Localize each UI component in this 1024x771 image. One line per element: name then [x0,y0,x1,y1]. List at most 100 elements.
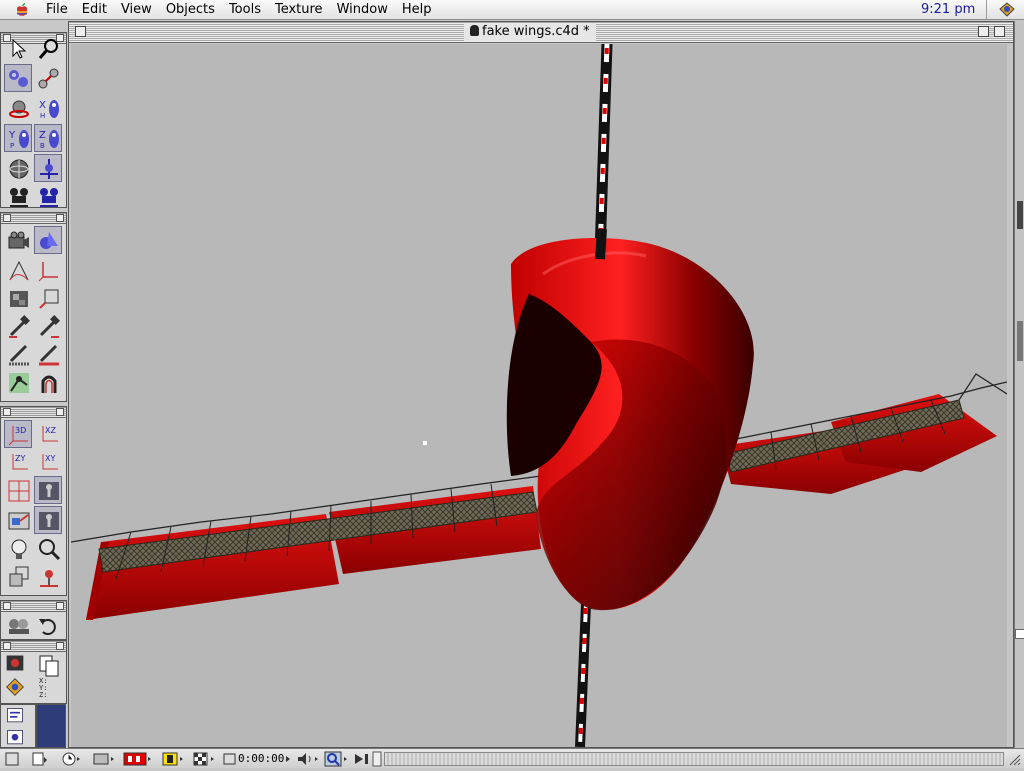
material-icon[interactable] [3,675,27,699]
undo-icon[interactable] [34,611,62,637]
window-collapse-box[interactable] [994,26,1005,37]
object-coordinates-icon[interactable] [34,154,62,182]
sweep-tool-icon[interactable] [4,340,32,368]
group-objects-icon[interactable] [4,611,32,637]
display-mode-icon[interactable] [4,562,32,590]
3d-viewport[interactable] [71,44,1007,747]
palette-edit-tools [0,600,67,640]
horizontal-scroll-track[interactable] [384,752,1004,766]
application-menu-icon[interactable] [986,0,1024,19]
palette-misc-tools: X: Y: Z: [0,640,67,704]
loft-tool-icon[interactable] [34,312,62,340]
resize-grip[interactable] [1006,751,1022,767]
magnify-tool-icon[interactable] [34,34,62,62]
mapping-icon[interactable] [34,562,62,590]
palette-small-tools [0,704,36,748]
palette-titlebar[interactable] [1,213,66,224]
menu-file[interactable]: File [40,0,76,19]
scale-objects-tool-icon[interactable] [34,64,62,92]
menu-objects[interactable]: Objects [160,0,223,19]
move-objects-tool-icon[interactable] [4,64,32,92]
render-view-button[interactable] [34,506,62,534]
deform-tool-icon[interactable] [34,340,62,368]
checker-icon[interactable] [192,751,218,767]
view-xz-button[interactable]: XZ [34,420,62,448]
four-views-button[interactable] [4,476,32,504]
menu-help[interactable]: Help [396,0,440,19]
window-titlebar[interactable]: fake wings.c4d * [69,22,1013,43]
axis-tool-icon[interactable] [34,256,62,284]
camera-view-button[interactable] [34,476,62,504]
palette-close-box[interactable] [3,602,11,610]
render-region-button[interactable] [4,506,32,534]
menu-tools[interactable]: Tools [223,0,269,19]
window-title: fake wings.c4d * [464,23,596,41]
window-close-box[interactable] [75,26,86,37]
fuselage-body [506,238,754,611]
view-zy-button[interactable]: ZY [4,448,32,476]
y-axis-lock-icon[interactable]: YP [4,124,32,152]
search-icon[interactable] [324,751,350,767]
copy-icon[interactable] [34,651,62,677]
palette-zoom-box[interactable] [56,602,64,610]
resize-box[interactable] [1015,629,1024,639]
palette-zoom-box[interactable] [56,642,64,650]
menu-view[interactable]: View [115,0,160,19]
palette-close-box[interactable] [3,214,11,222]
texture-map-icon[interactable] [4,284,32,312]
scroll-thumb[interactable] [1017,321,1023,361]
z-axis-lock-icon[interactable]: ZB [34,124,62,152]
view-xy-label: XY [45,454,55,463]
menu-texture[interactable]: Texture [269,0,331,19]
keyframe-icon[interactable] [122,751,152,767]
window-zoom-box[interactable] [978,26,989,37]
apple-menu-icon[interactable] [14,2,30,18]
svg-text:H: H [40,112,45,120]
timecode-display[interactable]: 0:00:00 [238,751,284,767]
animate-camera-icon[interactable] [34,182,62,210]
palette-close-box[interactable] [3,408,11,416]
view-zy-label: ZY [15,454,25,463]
stop-icon[interactable] [160,751,186,767]
palette-zoom-box[interactable] [56,408,64,416]
svg-text:P: P [10,142,14,150]
browser-icon[interactable] [3,727,27,749]
timeline-icon[interactable] [222,751,238,767]
document-menu-icon[interactable] [30,751,48,767]
scrollbar-left-cap[interactable] [372,751,382,767]
scroll-thumb[interactable] [1017,201,1023,229]
step-forward-icon[interactable] [352,751,372,767]
extrude-tool-icon[interactable] [34,284,62,312]
bend-tool-icon[interactable] [34,368,62,396]
record-icon[interactable] [92,751,116,767]
palette-close-box[interactable] [3,642,11,650]
animate-object-icon[interactable] [4,182,32,210]
primitives-icon[interactable] [34,226,62,254]
timecode-arrow-icon[interactable] [284,751,292,767]
palette-zoom-box[interactable] [56,214,64,222]
arrow-tool-icon[interactable] [4,34,32,62]
menu-window[interactable]: Window [331,0,396,19]
spline-tool-icon[interactable] [4,256,32,284]
clock-icon[interactable] [60,751,82,767]
palette-titlebar[interactable] [1,407,66,418]
object-manager-icon[interactable] [3,705,27,727]
camera-object-icon[interactable] [4,226,32,254]
zoom-view-icon[interactable] [34,534,62,562]
speaker-icon[interactable] [296,751,322,767]
document-window: fake wings.c4d * [68,21,1014,748]
view-xy-button[interactable]: XY [34,448,62,476]
x-axis-lock-icon[interactable]: XH [34,94,62,122]
coordinates-panel[interactable]: X: Y: Z: [34,677,62,703]
menubar-clock[interactable]: 9:21 pm [921,2,975,17]
menu-edit[interactable]: Edit [76,0,115,19]
view-3d-button[interactable]: 3D [4,420,32,448]
light-bulb-icon[interactable] [4,534,32,562]
svg-text:Y: Y [8,130,16,141]
render-window-icon[interactable] [3,651,27,675]
magnet-tool-icon[interactable] [4,368,32,396]
render-menu-icon[interactable] [4,751,22,767]
rotate-tool-icon[interactable] [4,94,32,122]
world-coordinates-icon[interactable] [4,154,32,182]
lathe-tool-icon[interactable] [4,312,32,340]
